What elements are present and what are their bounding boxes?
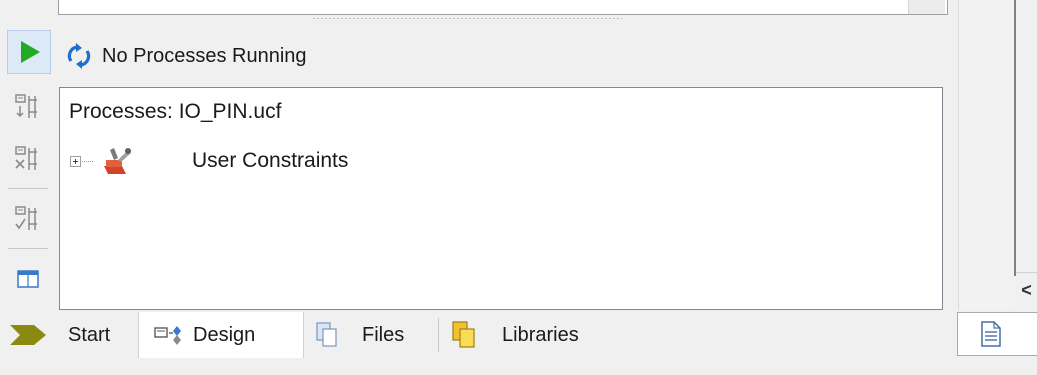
view-button[interactable] — [7, 258, 49, 300]
document-tab[interactable] — [957, 312, 1037, 356]
start-arrow-icon — [10, 325, 46, 345]
rerun-all-button[interactable] — [7, 138, 49, 180]
tree-item-label: User Constraints — [192, 149, 349, 172]
design-icon — [154, 326, 181, 345]
toolbar-separator — [8, 248, 48, 249]
tab-label: Libraries — [502, 323, 579, 346]
rerun-button[interactable] — [7, 86, 49, 128]
process-toolbar — [0, 26, 56, 306]
chevron-left-icon: < — [1021, 279, 1032, 300]
tab-separator — [438, 318, 439, 352]
libraries-icon — [452, 321, 475, 348]
tree-item-user-constraints[interactable]: User Constraints — [70, 146, 348, 176]
splitter-grip[interactable] — [312, 17, 622, 20]
refresh-icon — [67, 43, 91, 69]
top-panel — [58, 0, 948, 15]
toolbar-separator — [8, 188, 48, 189]
files-icon — [316, 322, 337, 347]
tab-label: Files — [362, 323, 405, 346]
document-icon — [981, 321, 1001, 347]
top-scrollbar[interactable] — [908, 0, 945, 14]
tab-design[interactable]: Design — [138, 312, 304, 358]
tab-label: Design — [193, 323, 256, 346]
processes-panel: Processes: IO_PIN.ucf User Constraints — [59, 87, 943, 310]
expand-icon[interactable] — [70, 155, 81, 167]
panel-icon — [17, 270, 39, 288]
tab-bar: Start Design Files Libraries — [0, 312, 946, 358]
status-text: No Processes Running — [102, 44, 307, 67]
tab-libraries[interactable]: Libraries — [450, 312, 620, 358]
rerun-icon — [15, 94, 37, 118]
process-status: No Processes Running — [66, 36, 307, 76]
scroll-left-button[interactable]: < — [1016, 272, 1037, 307]
play-icon — [21, 41, 40, 63]
rerun-all-icon — [15, 146, 37, 170]
tab-start[interactable]: Start — [8, 312, 136, 358]
tree-connector — [82, 160, 94, 162]
right-panel — [958, 0, 1015, 310]
stop-button[interactable] — [7, 198, 49, 240]
run-button[interactable] — [7, 30, 51, 74]
stop-icon — [15, 206, 37, 230]
processes-title: Processes: IO_PIN.ucf — [69, 100, 282, 123]
right-panel-border — [1014, 0, 1016, 276]
user-constraints-icon — [104, 148, 131, 174]
tab-label: Start — [68, 323, 111, 346]
tab-files[interactable]: Files — [314, 312, 434, 358]
